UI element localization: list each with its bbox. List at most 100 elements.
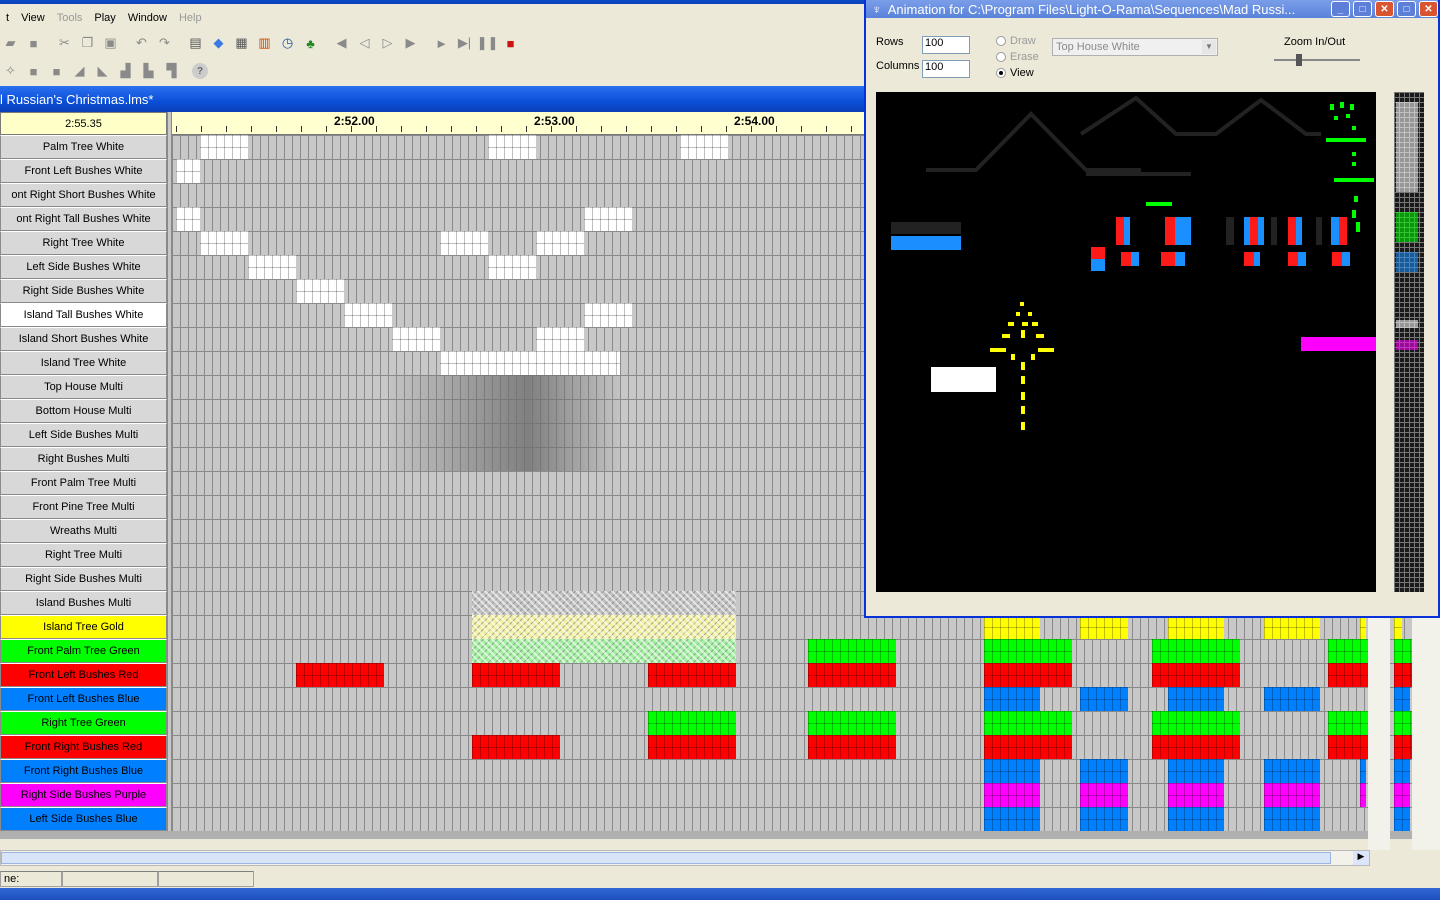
effect-block[interactable]	[296, 663, 384, 687]
play-icon[interactable]: ►	[431, 33, 452, 54]
zoom-slider[interactable]	[1274, 54, 1360, 66]
restore-icon[interactable]: □	[1397, 1, 1416, 17]
effect-block[interactable]	[472, 735, 560, 759]
effect-block[interactable]	[1080, 783, 1128, 807]
effect-block[interactable]	[648, 711, 736, 735]
channel-label[interactable]: Front Pine Tree Multi	[0, 495, 167, 519]
effect-block[interactable]	[680, 135, 728, 159]
channel-label[interactable]: Right Tree White	[0, 231, 167, 255]
channel-label[interactable]: Left Side Bushes Multi	[0, 423, 167, 447]
channel-label[interactable]: Wreaths Multi	[0, 519, 167, 543]
time-ruler[interactable]: 2:52.00 2:53.00 2:54.00	[172, 112, 866, 135]
channel-label[interactable]: Front Palm Tree Green	[0, 639, 167, 663]
vertical-scrollbar-secondary[interactable]	[1412, 618, 1440, 850]
effect-block[interactable]	[584, 303, 632, 327]
effect-block[interactable]	[1328, 735, 1368, 759]
effect-block[interactable]	[648, 735, 736, 759]
channel-label[interactable]: Front Left Bushes Red	[0, 663, 167, 687]
channel-label[interactable]: Right Tree Multi	[0, 543, 167, 567]
menu-window[interactable]: Window	[122, 12, 173, 24]
channel-label[interactable]: Island Tall Bushes White	[0, 303, 167, 327]
undo-icon[interactable]: ↶	[131, 33, 152, 54]
effect-block[interactable]	[1394, 783, 1410, 807]
effect-block[interactable]	[344, 303, 392, 327]
scroll-thumb[interactable]	[1, 852, 1331, 864]
fade-up-icon[interactable]: ◢	[69, 61, 90, 82]
effect-block[interactable]	[984, 687, 1040, 711]
close-icon[interactable]: ✕	[1375, 1, 1394, 17]
shimmer-icon[interactable]: ▙	[138, 61, 159, 82]
effect-block[interactable]	[1360, 759, 1366, 783]
effect-block[interactable]	[984, 807, 1040, 831]
animation-preview[interactable]	[876, 92, 1376, 592]
effect-block[interactable]	[440, 351, 620, 375]
fade-down-icon[interactable]: ◣	[92, 61, 113, 82]
selection-hatch[interactable]	[472, 591, 736, 615]
channel-label[interactable]: Front Palm Tree Multi	[0, 471, 167, 495]
channel-label[interactable]: Left Side Bushes Blue	[0, 807, 167, 831]
effect-block[interactable]	[1264, 759, 1320, 783]
effect-block[interactable]	[1394, 639, 1412, 663]
tree-icon[interactable]: ♣	[300, 33, 321, 54]
pause-icon[interactable]: ❚❚	[477, 33, 499, 54]
effect-block[interactable]	[808, 663, 896, 687]
channel-label[interactable]: Top House Multi	[0, 375, 167, 399]
zoom-knob[interactable]	[1296, 54, 1302, 66]
effect-block[interactable]	[1080, 759, 1128, 783]
channel-label[interactable]: Front Right Bushes Blue	[0, 759, 167, 783]
color-bars-icon[interactable]: ▥	[254, 33, 275, 54]
effect-block[interactable]	[584, 207, 632, 231]
vertical-scrollbar[interactable]	[1368, 618, 1390, 850]
columns-field[interactable]: 100	[922, 60, 970, 78]
channel-label[interactable]: Island Short Bushes White	[0, 327, 167, 351]
effect-block[interactable]	[1152, 711, 1240, 735]
nav-prev-icon[interactable]: ◁	[354, 33, 375, 54]
on-effect-icon[interactable]: ■	[23, 61, 44, 82]
effect-block[interactable]	[1360, 783, 1366, 807]
effect-block[interactable]	[984, 735, 1072, 759]
effect-block[interactable]	[984, 783, 1040, 807]
scroll-right-icon[interactable]: ▶	[1353, 851, 1369, 865]
channel-label[interactable]: Right Side Bushes White	[0, 279, 167, 303]
save-icon[interactable]: ■	[23, 33, 44, 54]
channel-label[interactable]: Right Side Bushes Purple	[0, 783, 167, 807]
effect-block[interactable]	[1152, 663, 1240, 687]
effect-block[interactable]	[808, 735, 896, 759]
selection-hatch[interactable]	[472, 615, 736, 639]
channel-label[interactable]: Island Tree White	[0, 351, 167, 375]
intensity-icon[interactable]: ▜	[161, 61, 182, 82]
effect-block[interactable]	[1168, 687, 1224, 711]
effect-block[interactable]	[984, 639, 1072, 663]
effect-block[interactable]	[1394, 615, 1402, 639]
channel-select[interactable]: Top House White ▼	[1052, 38, 1218, 56]
channel-label[interactable]: Right Side Bushes Multi	[0, 567, 167, 591]
effect-block[interactable]	[1394, 711, 1412, 735]
effect-block[interactable]	[472, 663, 560, 687]
channel-label[interactable]: ont Right Short Bushes White	[0, 183, 167, 207]
selection-hatch[interactable]	[472, 639, 736, 663]
effect-block[interactable]	[1152, 735, 1240, 759]
effect-block[interactable]	[488, 255, 536, 279]
menu-help[interactable]: Help	[173, 12, 208, 24]
effect-block[interactable]	[648, 663, 736, 687]
effect-block[interactable]	[200, 135, 248, 159]
effect-block[interactable]	[488, 135, 536, 159]
effect-block[interactable]	[984, 711, 1072, 735]
effect-block[interactable]	[200, 231, 248, 255]
effect-block[interactable]	[1168, 759, 1224, 783]
channel-label[interactable]: Front Right Bushes Red	[0, 735, 167, 759]
play-from-icon[interactable]: ▶|	[454, 33, 475, 54]
menu-play[interactable]: Play	[88, 12, 121, 24]
menu-tools[interactable]: Tools	[51, 12, 89, 24]
view-radio[interactable]: View	[996, 67, 1034, 79]
maximize-icon[interactable]: □	[1353, 1, 1372, 17]
channel-label[interactable]: Bottom House Multi	[0, 399, 167, 423]
effect-block[interactable]	[1394, 759, 1410, 783]
menu-view[interactable]: View	[15, 12, 51, 24]
sparkle-icon[interactable]: ✧	[0, 61, 21, 82]
menu-edit[interactable]: t	[0, 12, 15, 24]
animation-title-bar[interactable]: ♆ Animation for C:\Program Files\Light-O…	[866, 0, 1438, 18]
effect-block[interactable]	[1264, 687, 1320, 711]
redo-icon[interactable]: ↷	[154, 33, 175, 54]
effect-block[interactable]	[1394, 663, 1412, 687]
